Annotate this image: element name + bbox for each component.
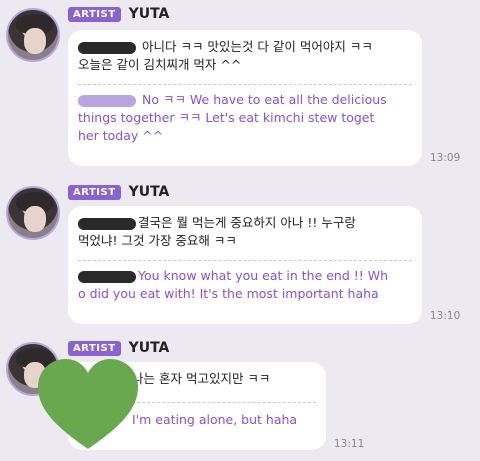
heart-sticker-icon bbox=[38, 359, 138, 449]
english-line: o did you eat with! It's the most import… bbox=[78, 286, 379, 301]
artist-badge: ARTIST bbox=[68, 184, 121, 200]
english-line: her today ^^ bbox=[78, 128, 164, 143]
english-line: I'm eating alone, but haha bbox=[132, 412, 298, 427]
korean-line: 아니다 ㅋㅋ 맛있는것 다 같이 먹어야지 ㅋㅋ bbox=[78, 38, 412, 56]
artist-badge: ARTIST bbox=[68, 340, 121, 356]
redacted-text bbox=[78, 270, 136, 283]
artist-badge: ARTIST bbox=[68, 6, 121, 22]
message-header: ARTIST YUTA bbox=[68, 4, 169, 24]
message-bubble[interactable]: 결국은 뭘 먹는게 중요하지 아나 !! 누구랑 먹었냐! 그것 가장 중요해 … bbox=[68, 206, 422, 324]
sender-name: YUTA bbox=[128, 6, 170, 22]
korean-line: 결국은 뭘 먹는게 중요하지 아나 !! 누구랑 bbox=[78, 214, 412, 232]
avatar[interactable] bbox=[6, 8, 60, 62]
divider bbox=[132, 402, 316, 403]
message-bubble[interactable]: 아니다 ㅋㅋ 맛있는것 다 같이 먹어야지 ㅋㅋ 오늘은 같이 김치찌개 먹자 … bbox=[68, 30, 422, 166]
korean-line: 오늘은 같이 김치찌개 먹자 ^^ bbox=[78, 57, 242, 72]
sender-name: YUTA bbox=[128, 340, 170, 356]
english-line: You know what you eat in the end !! Wh bbox=[78, 267, 412, 285]
message-header: ARTIST YUTA bbox=[68, 338, 169, 358]
korean-line: 나는 혼자 먹고있지만 ㅋㅋ bbox=[132, 371, 271, 386]
divider bbox=[78, 260, 412, 261]
avatar[interactable] bbox=[6, 186, 60, 240]
sender-name: YUTA bbox=[128, 184, 170, 200]
korean-line: 먹었냐! 그것 가장 중요해 ㅋㅋ bbox=[78, 233, 237, 248]
redacted-text bbox=[78, 94, 136, 107]
english-line: No ㅋㅋ We have to eat all the delicious bbox=[78, 91, 412, 109]
timestamp: 13:09 bbox=[430, 152, 461, 164]
timestamp: 13:11 bbox=[334, 438, 365, 450]
divider bbox=[78, 84, 412, 85]
redacted-text bbox=[78, 41, 136, 54]
redacted-text bbox=[78, 217, 136, 230]
message-header: ARTIST YUTA bbox=[68, 182, 169, 202]
timestamp: 13:10 bbox=[430, 310, 461, 322]
english-line: things together ㅋㅋ Let's eat kimchi stew… bbox=[78, 110, 375, 125]
